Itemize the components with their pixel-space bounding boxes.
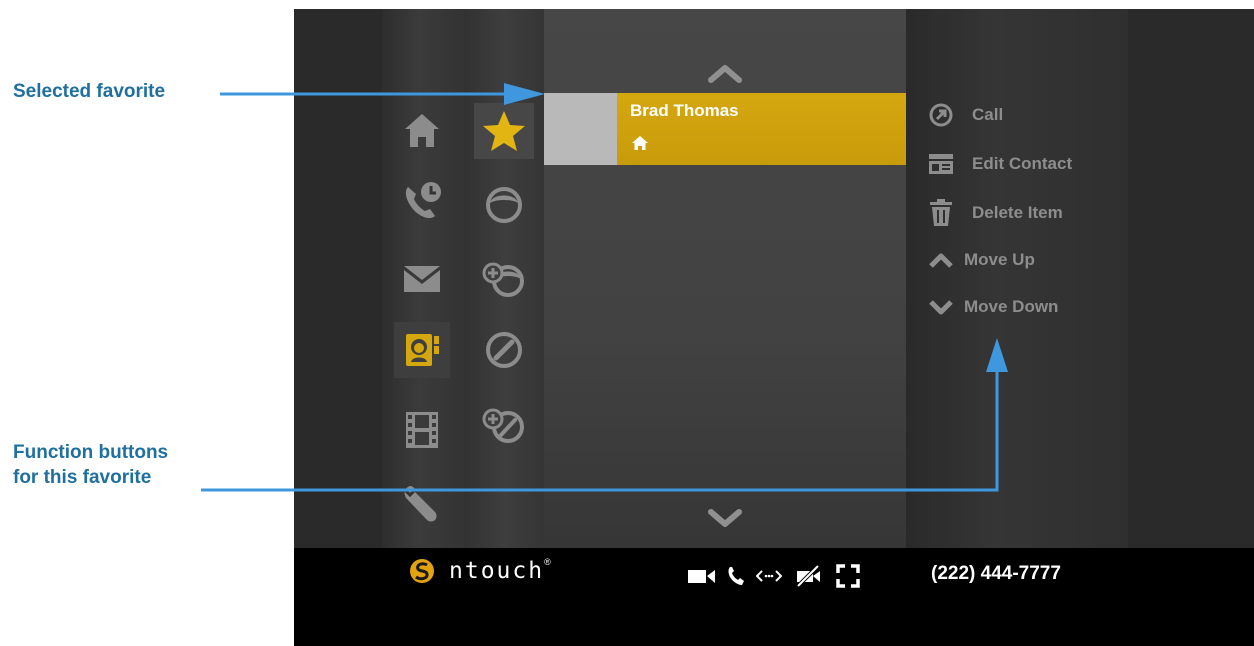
callout-text: Selected favorite — [13, 81, 166, 102]
callout-text-line2: for this favorite — [13, 467, 152, 488]
move-down-label: Move Down — [964, 297, 1059, 316]
edit-contact-label: Edit Contact — [972, 154, 1073, 173]
blocked-icon — [486, 332, 522, 368]
add-blocked-icon — [482, 408, 524, 443]
brand-registered-mark: ® — [544, 557, 551, 567]
add-person-icon — [482, 262, 524, 297]
ntouch-screen: Brad Thomas Call Edit Contact Delete Ite… — [294, 9, 1254, 646]
home-icon — [405, 114, 439, 147]
chevron-up-icon — [928, 247, 954, 273]
callout-selected-favorite: Selected favorite — [13, 79, 165, 104]
video-film-icon — [406, 412, 438, 448]
person-icon — [486, 187, 522, 223]
call-history-icon — [405, 182, 441, 219]
call-circle-icon — [928, 102, 954, 128]
subnav-add-contact-button[interactable] — [474, 251, 534, 307]
camera-icon — [687, 564, 717, 588]
status-bar: ntouch ® (222) 444-7777 — [294, 548, 1254, 646]
edit-contact-button[interactable]: Edit Contact — [928, 149, 1072, 179]
mail-icon — [404, 266, 440, 292]
favorite-actions: Call Edit Contact Delete Item Move Up Mo… — [906, 9, 1128, 548]
nav-contacts-button[interactable] — [394, 322, 450, 378]
contacts-book-icon — [406, 334, 439, 366]
no-video-privacy-icon — [793, 564, 823, 588]
call-button[interactable]: Call — [928, 100, 1003, 130]
call-label: Call — [972, 105, 1004, 124]
favorites-list: Brad Thomas — [544, 9, 906, 548]
nav-settings-button[interactable] — [394, 476, 450, 532]
home-icon — [632, 136, 648, 150]
trash-icon — [928, 199, 954, 226]
user-phone-number: (222) 444-7777 — [931, 563, 1061, 584]
signal-icon — [754, 564, 784, 588]
nav-mail-button[interactable] — [394, 251, 450, 307]
move-up-button[interactable]: Move Up — [928, 245, 1035, 275]
move-down-button[interactable]: Move Down — [928, 292, 1058, 322]
brand-name: ntouch — [449, 558, 545, 584]
nav-video-button[interactable] — [394, 402, 450, 458]
contacts-subnav — [465, 9, 544, 548]
sorenson-logo-icon — [410, 559, 434, 583]
wrench-icon — [403, 486, 437, 522]
subnav-favorites-button[interactable] — [474, 103, 534, 159]
nav-call-history-button[interactable] — [394, 173, 450, 229]
scroll-up-chevron-icon[interactable] — [708, 63, 742, 83]
brand-logo: ntouch ® — [409, 557, 551, 584]
callout-text-line1: Function buttons — [13, 442, 169, 463]
subnav-blocked-button[interactable] — [474, 322, 534, 378]
selected-favorite-row[interactable]: Brad Thomas — [544, 93, 906, 165]
scroll-down-chevron-icon[interactable] — [708, 509, 742, 529]
main-nav — [382, 9, 465, 548]
delete-item-label: Delete Item — [972, 203, 1063, 222]
contact-photo-placeholder — [544, 93, 617, 165]
chevron-down-icon — [928, 294, 954, 320]
phone-icon — [724, 564, 748, 588]
subnav-contacts-button[interactable] — [474, 177, 534, 233]
callout-function-buttons: Function buttons for this favorite — [13, 440, 168, 490]
contact-card-icon — [928, 151, 954, 177]
subnav-add-blocked-button[interactable] — [474, 397, 534, 453]
fullscreen-icon — [834, 564, 862, 588]
nav-home-button[interactable] — [394, 103, 450, 159]
favorite-name: Brad Thomas — [630, 101, 739, 120]
move-up-label: Move Up — [964, 250, 1035, 269]
delete-item-button[interactable]: Delete Item — [928, 198, 1063, 228]
star-icon — [483, 111, 525, 151]
